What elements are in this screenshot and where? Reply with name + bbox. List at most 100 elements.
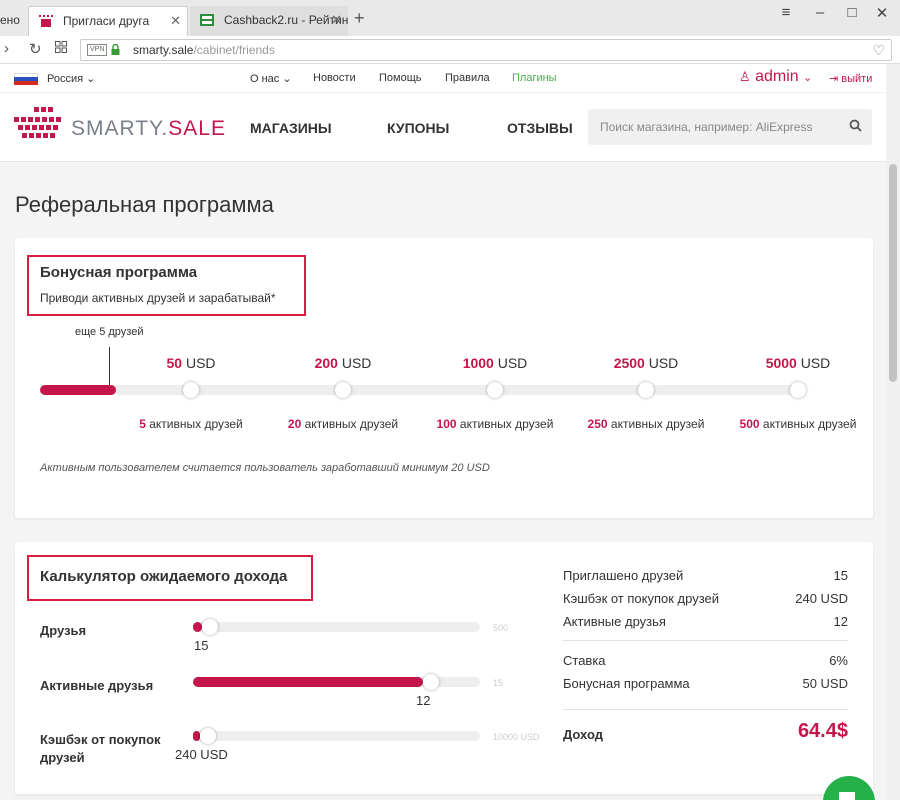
help-link[interactable]: Помощь xyxy=(379,72,422,84)
store-search-input[interactable]: Поиск магазина, например: AliExpress xyxy=(588,109,872,145)
friends-slider-max: 500 xyxy=(493,623,509,633)
tab-title: Cashback2.ru - Рейтинг лу xyxy=(224,13,348,27)
url-path: /cabinet/friends xyxy=(193,43,275,57)
tier-friends-label: 500 активных друзей xyxy=(739,417,857,431)
tier-knob xyxy=(183,382,199,398)
vpn-badge[interactable]: VPN xyxy=(87,44,108,56)
income-label: Доход xyxy=(563,727,603,742)
user-icon: ♙ xyxy=(739,69,751,84)
url-domain: smarty.sale xyxy=(133,43,194,57)
maximize-icon[interactable]: □ xyxy=(837,4,867,21)
browser-tab-invite-friend[interactable]: Пригласи друга ✕ xyxy=(28,6,188,36)
site-top-strip: Россия ⌄ О нас ⌄ Новости Помощь Правила … xyxy=(0,64,886,92)
minimize-icon[interactable]: – xyxy=(805,4,835,21)
user-menu[interactable]: ♙ admin ⌄ xyxy=(739,68,812,86)
active-friends-slider-fill xyxy=(193,677,423,687)
nav-stores[interactable]: МАГАЗИНЫ xyxy=(250,120,332,136)
summary-row: Активные друзья 12 xyxy=(563,614,848,629)
tier-amount: 5000 USD xyxy=(765,355,831,371)
site-header: SMARTY.SALE МАГАЗИНЫ КУПОНЫ ОТЗЫВЫ Поиск… xyxy=(0,92,886,162)
tier-friends-label: 20 активных друзей xyxy=(287,417,399,431)
logout-icon: ⇥ xyxy=(829,73,839,85)
summary-divider xyxy=(563,709,848,710)
reload-icon[interactable]: ↻ xyxy=(29,40,42,58)
active-friends-slider-handle[interactable] xyxy=(423,674,439,690)
russia-flag-icon xyxy=(14,73,38,85)
news-link[interactable]: Новости xyxy=(313,72,356,84)
logo-wordmark[interactable]: SMARTY.SALE xyxy=(71,117,226,141)
cashback-slider-handle[interactable] xyxy=(200,728,216,744)
search-placeholder: Поиск магазина, например: AliExpress xyxy=(600,120,813,134)
plugins-link[interactable]: Плагины xyxy=(512,72,557,84)
smarty-favicon-icon xyxy=(39,15,53,27)
tab-title: ено xyxy=(0,13,20,27)
friends-slider-fill xyxy=(193,622,202,632)
cashback-slider-value: 240 USD xyxy=(175,747,228,762)
url-input[interactable]: VPN smarty.sale/cabinet/friends ♡ xyxy=(80,39,892,61)
income-value: 64.4$ xyxy=(797,720,848,742)
slider-label-cashback: Кэшбэк от покупок друзей xyxy=(40,732,161,765)
lock-icon xyxy=(111,44,120,55)
tabs-menu-icon[interactable]: ≡ xyxy=(771,4,801,21)
bookmark-heart-icon[interactable]: ♡ xyxy=(872,40,885,60)
browser-tab-bar: ено Пригласи друга ✕ Cashback2.ru - Рейт… xyxy=(0,0,900,36)
nav-reviews[interactable]: ОТЗЫВЫ xyxy=(507,120,573,136)
rules-link[interactable]: Правила xyxy=(445,72,490,84)
tier-knob xyxy=(790,382,806,398)
country-selector[interactable]: Россия ⌄ xyxy=(47,72,95,85)
bonus-title: Бонусная программа xyxy=(40,264,198,281)
friends-slider-value: 15 xyxy=(194,638,209,653)
summary-row: Приглашено друзей 15 xyxy=(563,568,848,583)
tier-amount: 50 USD xyxy=(166,355,216,371)
tier-amount: 2500 USD xyxy=(613,355,679,371)
bonus-progress-track xyxy=(40,385,804,395)
cashback-slider-track[interactable] xyxy=(193,731,480,741)
cashback-slider-max: 10000 USD xyxy=(493,732,540,742)
active-friends-slider-value: 12 xyxy=(416,693,431,708)
tier-friends-label: 5 активных друзей xyxy=(139,417,243,431)
logout-link[interactable]: ⇥ выйти xyxy=(829,72,872,85)
scrollbar-thumb[interactable] xyxy=(889,164,897,382)
nav-coupons[interactable]: КУПОНЫ xyxy=(387,120,449,136)
search-icon[interactable] xyxy=(849,119,862,132)
chevron-down-icon: ⌄ xyxy=(803,72,813,84)
bonus-subtitle: Приводи активных друзей и зарабатывай* xyxy=(40,291,276,305)
chevron-down-icon: ⌄ xyxy=(282,73,292,85)
tier-friends-label: 250 активных друзей xyxy=(587,417,705,431)
new-tab-button[interactable]: + xyxy=(354,8,365,29)
close-tab-icon[interactable]: ✕ xyxy=(331,6,342,34)
about-menu[interactable]: О нас ⌄ xyxy=(250,72,292,85)
summary-row: Бонусная программа 50 USD xyxy=(563,676,848,691)
speed-dial-icon[interactable] xyxy=(55,40,67,57)
summary-row: Ставка 6% xyxy=(563,653,848,668)
bonus-progress-fill xyxy=(40,385,116,395)
cashback-slider-fill xyxy=(193,731,200,741)
chevron-down-icon: ⌄ xyxy=(86,73,96,85)
friends-slider-track[interactable] xyxy=(193,622,480,632)
active-friends-slider-max: 15 xyxy=(493,678,504,688)
cashback-favicon-icon xyxy=(200,14,214,26)
tier-knob xyxy=(335,382,351,398)
logo-cart-icon[interactable] xyxy=(14,107,62,145)
tier-friends-label: 100 активных друзей xyxy=(436,417,554,431)
browser-tab-cashback2[interactable]: Cashback2.ru - Рейтинг лу ✕ xyxy=(190,6,348,36)
close-tab-icon[interactable]: ✕ xyxy=(170,7,181,35)
close-window-icon[interactable]: ✕ xyxy=(867,4,897,22)
summary-row: Кэшбэк от покупок друзей 240 USD xyxy=(563,591,848,606)
tier-knob xyxy=(638,382,654,398)
tab-title: Пригласи друга xyxy=(63,14,150,28)
tier-amount: 1000 USD xyxy=(462,355,528,371)
chat-icon xyxy=(839,792,855,800)
address-bar: › ↻ VPN smarty.sale/cabinet/friends ♡ xyxy=(0,36,900,64)
tier-amount: 200 USD xyxy=(314,355,372,371)
active-user-note: Активным пользователем считается пользов… xyxy=(40,462,490,474)
forward-icon[interactable]: › xyxy=(4,40,9,57)
tier-knob xyxy=(487,382,503,398)
progress-remaining-label: еще 5 друзей xyxy=(75,326,144,338)
friends-slider-handle[interactable] xyxy=(202,619,218,635)
calculator-title: Калькулятор ожидаемого дохода xyxy=(40,568,288,585)
slider-label-active-friends: Активные друзья xyxy=(40,678,154,693)
browser-tab-partial[interactable]: ено xyxy=(0,6,24,36)
progress-marker xyxy=(109,347,110,385)
page-title: Реферальная программа xyxy=(15,192,274,217)
